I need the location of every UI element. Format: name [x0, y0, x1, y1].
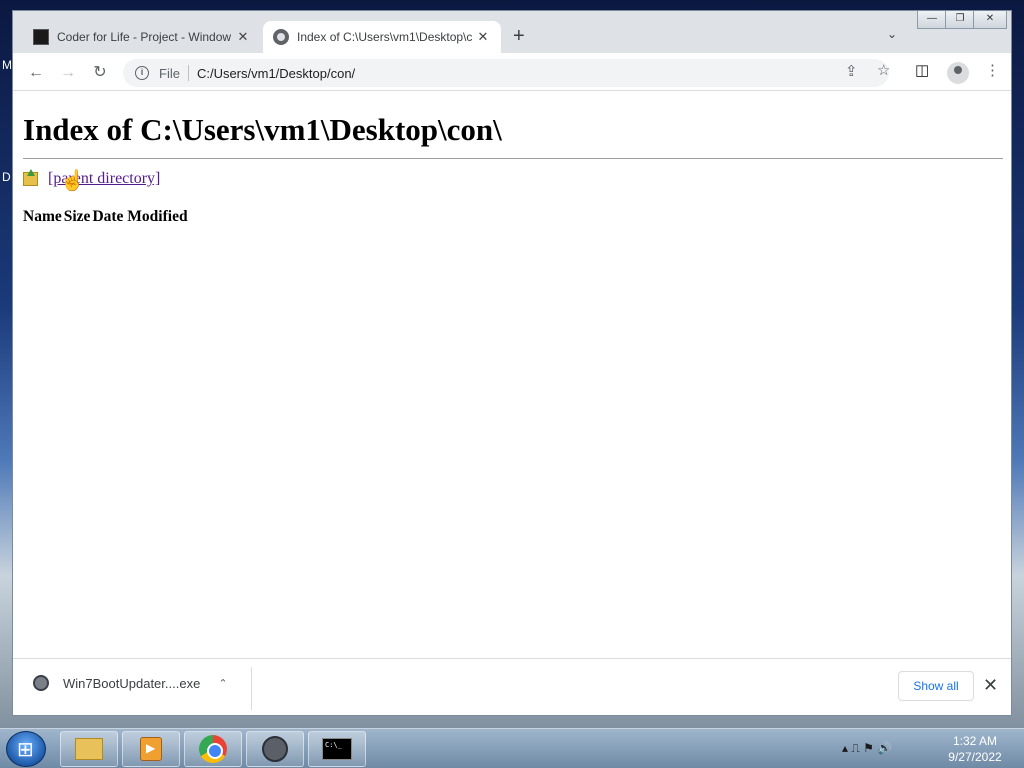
taskbar-chrome[interactable]	[184, 731, 242, 767]
command-prompt-icon: C:\_	[322, 738, 352, 760]
exe-file-icon	[33, 675, 49, 691]
globe-icon	[273, 29, 289, 45]
restore-button[interactable]: ❐	[945, 11, 975, 29]
divider	[23, 158, 1003, 159]
taskbar-media-player[interactable]	[122, 731, 180, 767]
desktop-label-m: M	[2, 58, 12, 72]
share-icon[interactable]: ⇪	[845, 62, 858, 80]
download-shelf: Win7BootUpdater....exe ⌃ Show all ✕	[13, 658, 1011, 715]
column-header-name[interactable]: Name	[23, 208, 64, 226]
page-content: Index of C:\Users\vm1\Desktop\con\ [pare…	[13, 92, 1011, 658]
forward-button[interactable]: →	[57, 62, 79, 84]
clock-date: 9/27/2022	[948, 750, 1002, 764]
start-button[interactable]	[6, 731, 46, 767]
app-favicon-icon	[33, 29, 49, 45]
tab-coder-for-life[interactable]: Coder for Life - Project - Window ✕	[23, 21, 261, 53]
clock[interactable]: 1:32 AM 9/27/2022	[940, 733, 1010, 765]
page-title: Index of C:\Users\vm1\Desktop\con\	[23, 112, 502, 147]
url-text[interactable]: C:/Users/vm1/Desktop/con/	[197, 66, 355, 81]
tab-close-icon[interactable]: ✕	[235, 29, 251, 45]
taskbar: C:\_ ▴ ⎍ ⚑ 🔊 1:32 AM 9/27/2022	[0, 728, 1024, 768]
profile-avatar[interactable]	[947, 62, 969, 84]
show-all-button[interactable]: Show all	[898, 671, 974, 701]
tab-index-of[interactable]: Index of C:\Users\vm1\Desktop\c ✕	[263, 21, 501, 53]
address-bar[interactable]: i File C:/Users/vm1/Desktop/con/	[123, 59, 889, 87]
chrome-icon	[199, 735, 227, 763]
app-icon	[262, 736, 288, 762]
info-icon[interactable]: i	[135, 66, 149, 80]
parent-directory-row: [parent directory]	[23, 169, 160, 188]
clock-time: 1:32 AM	[952, 734, 998, 748]
download-filename[interactable]: Win7BootUpdater....exe	[63, 676, 200, 691]
tab-search-button[interactable]: ⌄	[887, 27, 897, 41]
menu-icon[interactable]: ⋮	[985, 61, 1000, 79]
media-player-icon	[140, 737, 162, 761]
tab-title: Coder for Life - Project - Window	[57, 30, 232, 44]
browser-window: Coder for Life - Project - Window ✕ Inde…	[12, 10, 1012, 716]
close-shelf-icon[interactable]: ✕	[983, 675, 998, 696]
download-item[interactable]: Win7BootUpdater....exe ⌃	[33, 675, 228, 691]
taskbar-app[interactable]	[246, 731, 304, 767]
column-header-date-modified[interactable]: Date Modified	[92, 208, 189, 226]
minimize-button[interactable]: —	[917, 11, 947, 29]
new-tab-button[interactable]: +	[513, 25, 525, 48]
side-panel-icon[interactable]: ◫	[915, 61, 929, 79]
browser-toolbar: ← → ↻ i File C:/Users/vm1/Desktop/con/ ⇪…	[13, 53, 1011, 91]
column-header-size[interactable]: Size	[64, 208, 93, 226]
system-tray[interactable]: ▴ ⎍ ⚑ 🔊	[842, 741, 892, 756]
table-header-row: Name Size Date Modified	[23, 208, 190, 226]
tab-strip: Coder for Life - Project - Window ✕ Inde…	[13, 11, 1011, 53]
taskbar-cmd[interactable]: C:\_	[308, 731, 366, 767]
divider	[187, 65, 189, 81]
close-window-button[interactable]: ✕	[973, 11, 1007, 29]
divider	[251, 667, 252, 710]
file-listing-table: Name Size Date Modified	[23, 208, 190, 226]
taskbar-explorer[interactable]	[60, 731, 118, 767]
folder-icon	[75, 738, 103, 760]
chevron-up-icon[interactable]: ⌃	[218, 677, 227, 690]
desktop-label-d: D	[2, 170, 11, 184]
url-scheme: File	[159, 65, 180, 81]
reload-button[interactable]: ↻	[89, 62, 111, 84]
tab-close-icon[interactable]: ✕	[475, 29, 491, 45]
back-button[interactable]: ←	[25, 62, 47, 84]
tab-title: Index of C:\Users\vm1\Desktop\c	[297, 30, 473, 44]
hand-cursor-icon: ☝	[60, 170, 85, 192]
bookmark-star-icon[interactable]: ☆	[877, 61, 890, 79]
folder-up-icon	[23, 169, 38, 186]
